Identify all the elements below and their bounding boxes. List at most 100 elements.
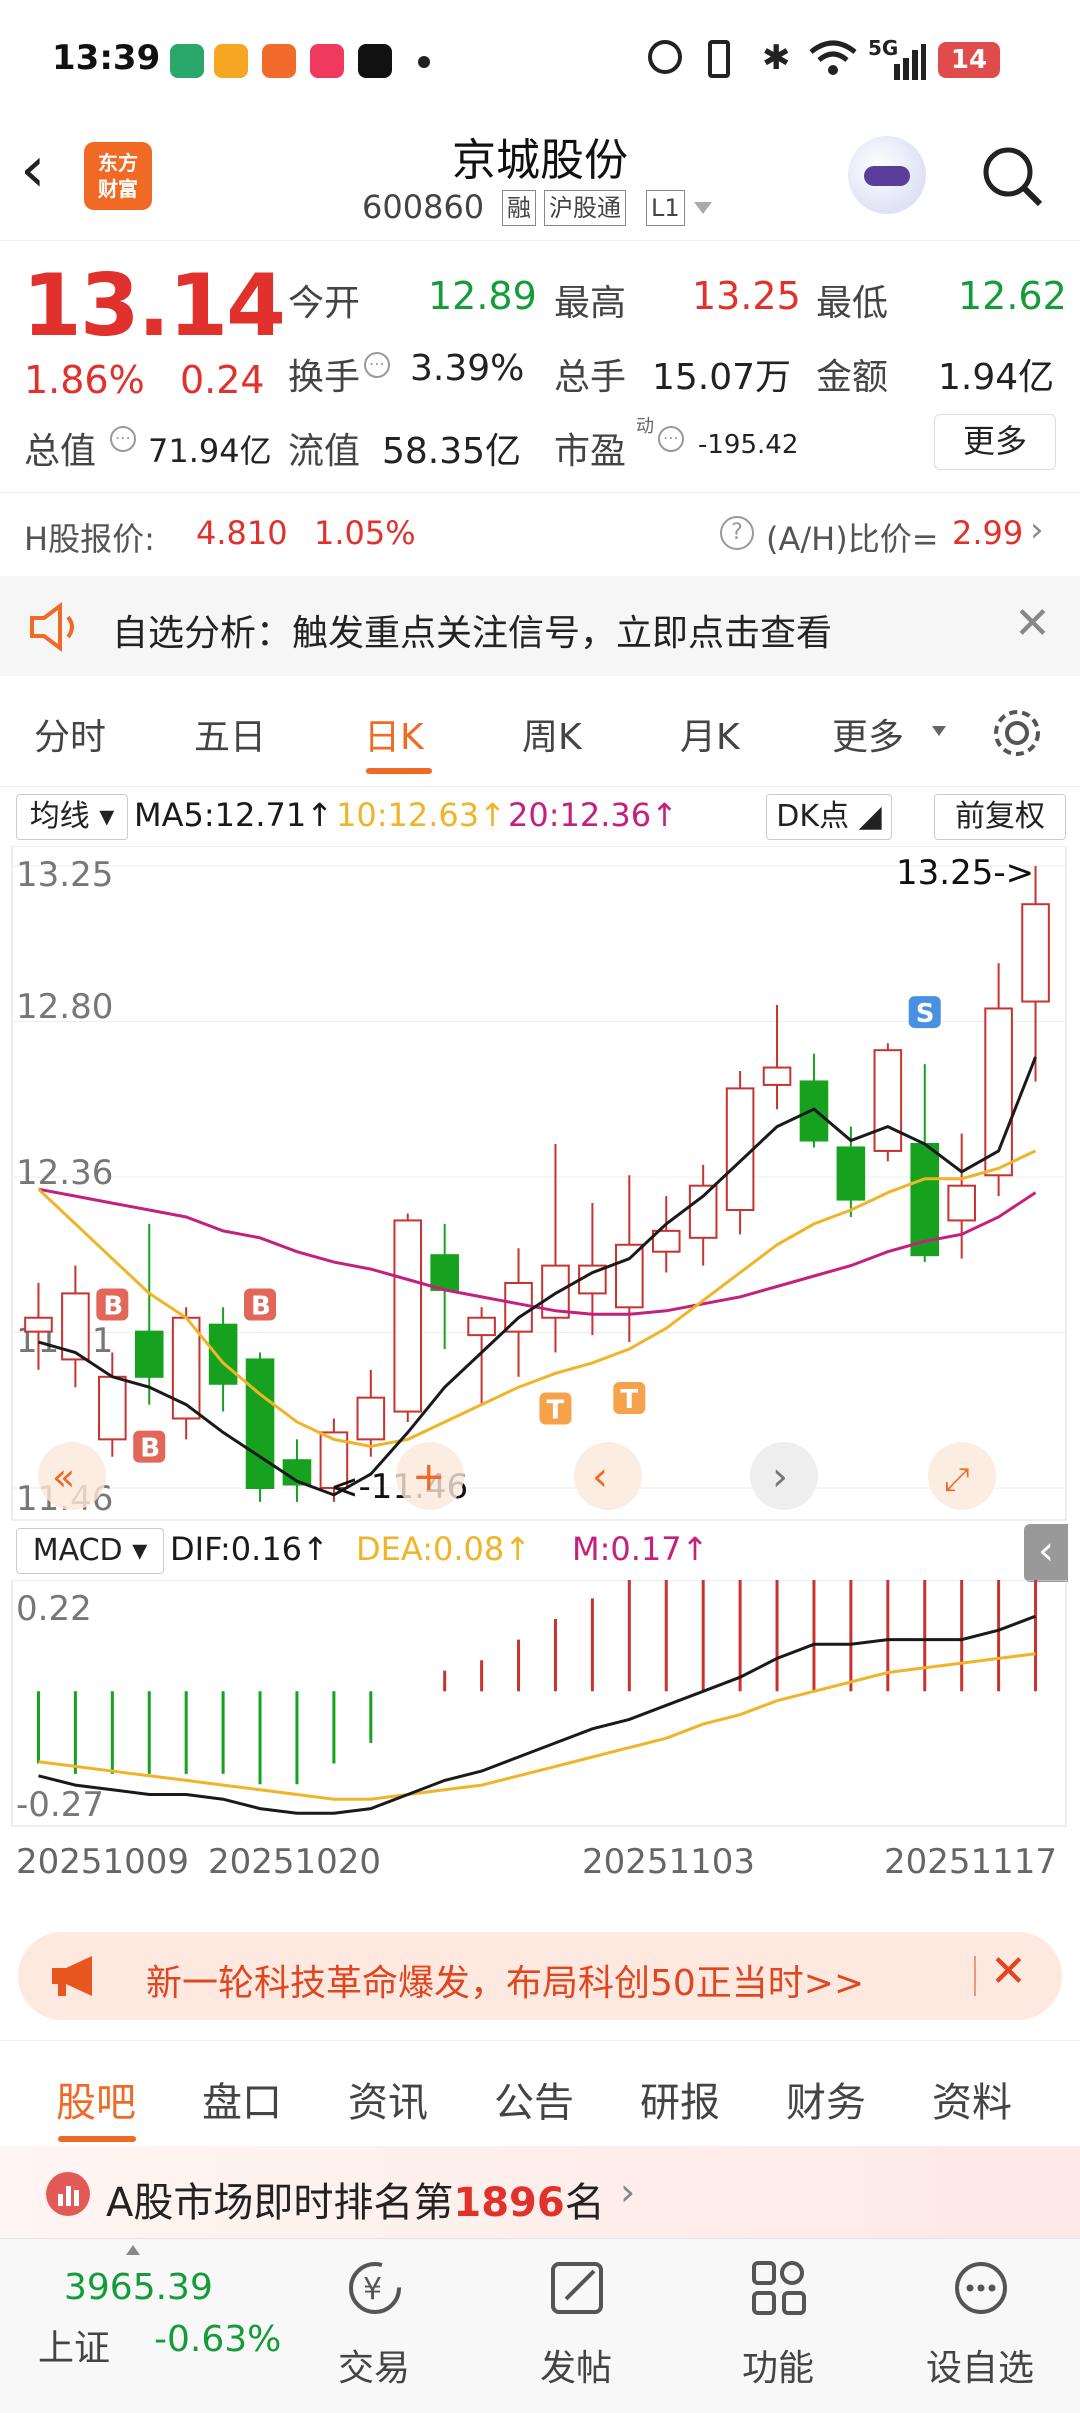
ma-selector[interactable]: 均线 ▾: [16, 794, 128, 840]
candle-body: [467, 1316, 496, 1337]
app-notification-icon: [262, 44, 296, 78]
dropdown-icon[interactable]: [694, 202, 712, 214]
candle-body: [504, 1281, 533, 1333]
close-icon[interactable]: ✕: [990, 1946, 1027, 1997]
info-icon[interactable]: ⋯: [110, 426, 136, 452]
chevron-down-icon[interactable]: [932, 726, 946, 736]
right-icon: ›: [772, 1454, 788, 1500]
tab-indicator: [366, 768, 432, 774]
tab-weekly-k[interactable]: 周K: [522, 708, 582, 760]
promo-banner[interactable]: 新一轮科技革命爆发，布局科创50正当时>> ✕: [18, 1932, 1062, 2020]
promo-text[interactable]: 新一轮科技革命爆发，布局科创50正当时>>: [146, 1954, 864, 2006]
chart-frame: [11, 846, 1067, 1521]
candle-body: [356, 1396, 386, 1441]
settings-icon[interactable]: [990, 706, 1044, 760]
float-cap-value: 58.35亿: [382, 431, 522, 472]
low-label: 最低: [816, 283, 889, 324]
tab-news[interactable]: 资讯: [348, 2070, 428, 2128]
robot-assistant-icon[interactable]: [848, 136, 926, 214]
grid-icon: [750, 2259, 808, 2317]
chart-grid: [12, 865, 1066, 1489]
status-time: 13:39: [52, 38, 161, 78]
macd-frame: [11, 1580, 1067, 1827]
date-label-2: 20251020: [208, 1842, 382, 1882]
rank-text[interactable]: A股市场即时排名第1896名: [106, 2170, 605, 2228]
date-label-1: 20251009: [16, 1842, 190, 1882]
info-icon[interactable]: ⋯: [658, 426, 684, 452]
index-value[interactable]: 3965.39: [64, 2267, 213, 2308]
dk-point-selector[interactable]: DK点 ◢: [766, 794, 892, 840]
index-percent[interactable]: -0.63%: [154, 2319, 281, 2360]
tab-monthly-k[interactable]: 月K: [680, 708, 740, 760]
nav-post[interactable]: 发帖: [526, 2253, 626, 2393]
chevron-right-icon[interactable]: ›: [620, 2170, 635, 2214]
macd-chart[interactable]: 0.22 -0.27: [0, 1580, 1080, 1830]
connect-tag: 沪股通: [544, 190, 626, 226]
index-name[interactable]: 上证: [38, 2319, 110, 2371]
nav-add-watchlist[interactable]: 设自选: [920, 2253, 1040, 2393]
volume-label: 总手: [554, 357, 627, 398]
tab-more[interactable]: 更多: [832, 708, 904, 760]
h-share-label: H股报价:: [24, 520, 155, 558]
tab-announcements[interactable]: 公告: [494, 2070, 574, 2128]
date-label-3: 20251103: [582, 1842, 756, 1882]
status-bar: 13:39 ✱ 5G 14: [0, 0, 1080, 120]
notice-text[interactable]: 自选分析：触发重点关注信号，立即点击查看: [112, 604, 832, 656]
adjust-selector[interactable]: 前复权: [934, 794, 1066, 840]
divider: [0, 492, 1080, 493]
tab-intraday[interactable]: 分时: [34, 708, 106, 760]
more-button[interactable]: 更多: [934, 414, 1056, 470]
notice-bar[interactable]: 自选分析：触发重点关注信号，立即点击查看 ✕: [0, 576, 1080, 676]
prev-button[interactable]: [574, 1442, 642, 1510]
tiktok-icon: [358, 44, 392, 78]
candle-body: [688, 1184, 718, 1239]
market-cap-value: 71.94亿: [148, 432, 272, 470]
collapse-panel-button[interactable]: ‹: [1024, 1524, 1068, 1582]
tab-research[interactable]: 研报: [640, 2070, 720, 2128]
macd-bottom-label: -0.27: [16, 1785, 104, 1825]
tab-profile[interactable]: 资料: [932, 2070, 1012, 2128]
back-icon[interactable]: ‹: [20, 138, 70, 210]
plus-icon: +: [412, 1454, 446, 1500]
chevron-up-icon[interactable]: [126, 2245, 140, 2255]
more-circle-icon: [952, 2259, 1010, 2317]
divider: [0, 2040, 1080, 2041]
info-icon[interactable]: ⋯: [364, 352, 390, 378]
tab-financials[interactable]: 财务: [786, 2070, 866, 2128]
nav-trade[interactable]: ¥ 交易: [324, 2253, 424, 2393]
content-tab-bar: 股吧 盘口 资讯 公告 研报 财务 资料: [0, 2060, 1080, 2142]
double-left-icon: «: [52, 1455, 75, 1499]
pe-value: -195.42: [698, 430, 799, 460]
close-icon[interactable]: ✕: [1014, 598, 1051, 649]
pe-dynamic-sup: 动: [636, 416, 654, 437]
tab-indicator: [58, 2136, 136, 2142]
market-cap-label: 总值: [24, 431, 97, 472]
svg-text:¥: ¥: [363, 2272, 382, 2307]
ah-ratio-label[interactable]: (A/H)比价=: [766, 514, 939, 560]
amount-label: 金额: [816, 357, 889, 398]
help-icon[interactable]: ?: [720, 516, 754, 550]
y-label-2: 12.36: [16, 1153, 113, 1193]
megaphone-icon: [48, 1954, 108, 1998]
eastmoney-logo[interactable]: 东方 财富: [84, 142, 152, 210]
tab-order-book[interactable]: 盘口: [202, 2070, 282, 2128]
nav-functions[interactable]: 功能: [728, 2253, 828, 2393]
market-rank-bar[interactable]: A股市场即时排名第1896名 ›: [0, 2146, 1080, 2238]
dif-line: [38, 1614, 1037, 1815]
alarm-icon: [648, 40, 682, 74]
tab-daily-k[interactable]: 日K: [364, 708, 424, 760]
indicator-selector[interactable]: MACD ▾: [16, 1528, 164, 1574]
chevron-right-icon[interactable]: ›: [1030, 510, 1044, 550]
candle-body: [725, 1087, 755, 1212]
tab-5day[interactable]: 五日: [194, 708, 266, 760]
ah-ratio-value[interactable]: 2.99: [952, 514, 1023, 552]
signal-icon: [872, 44, 926, 80]
tab-forum[interactable]: 股吧: [56, 2070, 136, 2128]
stock-header: ‹ 东方 财富 京城股份 600860 融 沪股通 L1: [0, 120, 1080, 241]
change-amount: 0.24: [180, 358, 265, 402]
y-label-top: 13.25: [16, 855, 113, 895]
candle-body: [947, 1184, 976, 1222]
search-icon[interactable]: [980, 144, 1044, 208]
k-line-chart[interactable]: 13.25 12.80 12.36 11.91 11.46 BBBTTS 13.…: [0, 846, 1080, 1526]
high-label: 最高: [554, 283, 627, 324]
